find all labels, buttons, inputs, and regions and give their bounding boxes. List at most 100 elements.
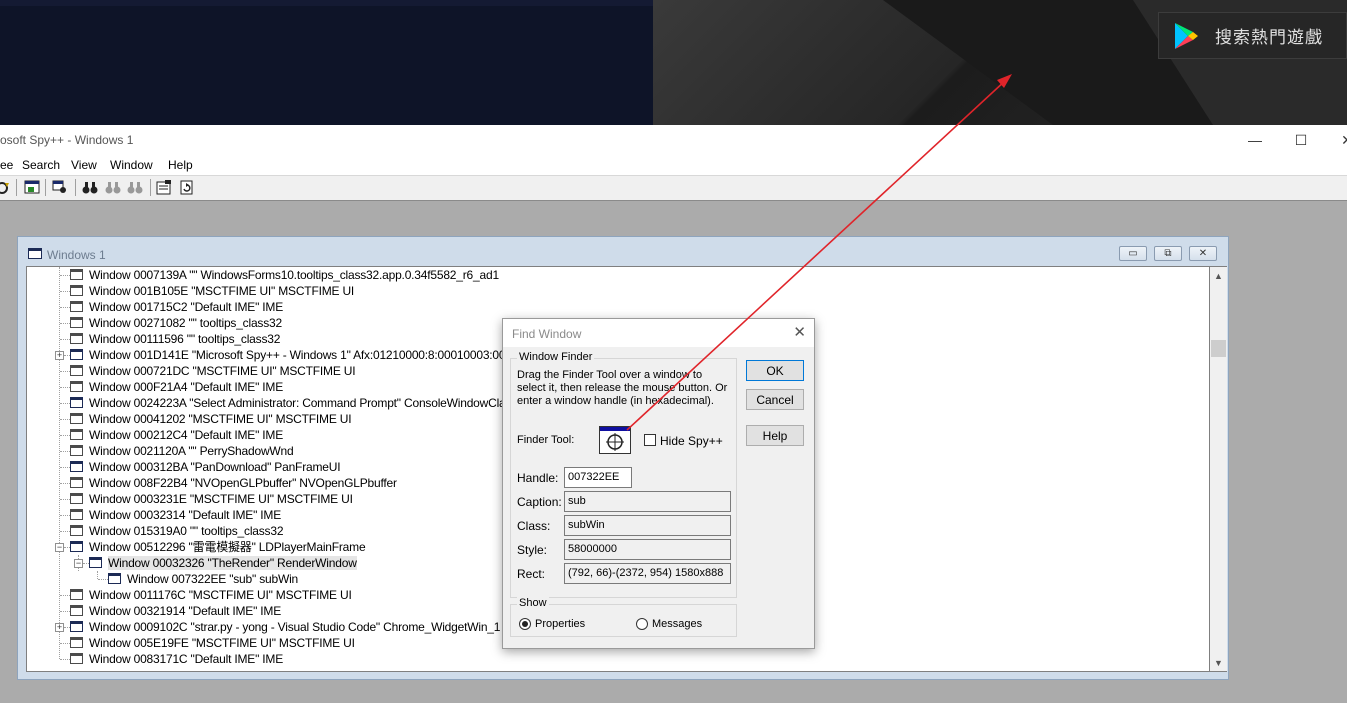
class-field: subWin bbox=[564, 515, 731, 536]
tree-item-label: Window 000212C4 "Default IME" IME bbox=[89, 428, 284, 442]
window-icon bbox=[70, 349, 83, 360]
tree-item-label: Window 00321914 "Default IME" IME bbox=[89, 604, 282, 618]
spy-window-icon[interactable] bbox=[24, 180, 40, 195]
cancel-button[interactable]: Cancel bbox=[746, 389, 804, 410]
window-icon bbox=[28, 248, 42, 259]
window-icon bbox=[108, 573, 121, 584]
handle-input[interactable]: 007322EE bbox=[564, 467, 632, 488]
minimize-button[interactable]: — bbox=[1232, 125, 1278, 155]
tree-item-label: Window 015319A0 "" tooltips_class32 bbox=[89, 524, 284, 538]
style-field: 58000000 bbox=[564, 539, 731, 560]
style-label: Style: bbox=[517, 543, 548, 557]
window-icon bbox=[70, 493, 83, 504]
window-icon bbox=[70, 301, 83, 312]
window-icon bbox=[70, 333, 83, 344]
window-icon bbox=[70, 525, 83, 536]
help-button[interactable]: Help bbox=[746, 425, 804, 446]
window-icon bbox=[70, 285, 83, 296]
window-icon bbox=[70, 541, 83, 552]
tree-item-label: Window 00032326 "TheRender" RenderWindow bbox=[108, 556, 357, 570]
window-icon bbox=[70, 509, 83, 520]
toolbar bbox=[0, 175, 1347, 201]
collapse-minus-icon[interactable]: − bbox=[55, 543, 64, 552]
tree-item-label: Window 008F22B4 "NVOpenGLPbuffer" NVOpen… bbox=[89, 476, 397, 490]
tree-item-label: Window 0083171C "Default IME" IME bbox=[89, 652, 284, 666]
messages-radio-label: Messages bbox=[652, 618, 703, 630]
menu-bar: ee Search View Window Help bbox=[0, 155, 1347, 175]
caption-label: Caption: bbox=[517, 495, 562, 509]
refresh-icon[interactable] bbox=[0, 180, 10, 195]
window-icon bbox=[70, 653, 83, 664]
window-icon bbox=[89, 557, 102, 568]
tree-item-label: Window 000312BA "PanDownload" PanFrameUI bbox=[89, 460, 341, 474]
scroll-down-icon[interactable]: ▼ bbox=[1210, 654, 1227, 671]
collapse-minus-icon[interactable]: − bbox=[74, 559, 83, 568]
tree-item[interactable]: Window 001B105E "MSCTFIME UI" MSCTFIME U… bbox=[27, 283, 1207, 299]
tree-item-label: Window 001715C2 "Default IME" IME bbox=[89, 300, 284, 314]
tree-item[interactable]: Window 0083171C "Default IME" IME bbox=[27, 651, 1207, 667]
child-window-title: Windows 1 bbox=[47, 248, 106, 262]
rect-label: Rect: bbox=[517, 567, 546, 581]
search-hot-games-label: 搜索熱門遊戲 bbox=[1215, 28, 1323, 47]
caption-field: sub bbox=[564, 491, 731, 512]
menu-help[interactable]: Help bbox=[168, 158, 193, 172]
dialog-close-icon[interactable]: ✕ bbox=[793, 323, 806, 341]
maximize-button[interactable]: ☐ bbox=[1278, 125, 1324, 155]
find-window-dialog: Find Window ✕ Window Finder Drag the Fin… bbox=[502, 318, 815, 649]
handle-label: Handle: bbox=[517, 471, 559, 485]
search-hot-games-button[interactable]: 搜索熱門遊戲 bbox=[1158, 12, 1347, 59]
find-next-icon[interactable] bbox=[105, 180, 121, 195]
window-icon bbox=[70, 317, 83, 328]
binoculars-icon[interactable] bbox=[82, 180, 98, 195]
tree-item-label: Window 000721DC "MSCTFIME UI" MSCTFIME U… bbox=[89, 364, 356, 378]
tree-item-label: Window 0003231E "MSCTFIME UI" MSCTFIME U… bbox=[89, 492, 353, 506]
tree-item-label: Window 00032314 "Default IME" IME bbox=[89, 508, 282, 522]
tree-item-label: Window 0007139A "" WindowsForms10.toolti… bbox=[89, 268, 499, 282]
find-prev-icon[interactable] bbox=[127, 180, 143, 195]
tree-item[interactable]: Window 001715C2 "Default IME" IME bbox=[27, 299, 1207, 315]
hide-spy-label: Hide Spy++ bbox=[660, 434, 723, 448]
menu-view[interactable]: View bbox=[71, 158, 97, 172]
window-finder-group-label: Window Finder bbox=[517, 351, 595, 363]
window-icon bbox=[70, 605, 83, 616]
properties-radio-label: Properties bbox=[535, 618, 586, 630]
properties-icon[interactable] bbox=[156, 180, 172, 195]
menu-tree[interactable]: ee bbox=[0, 158, 13, 172]
menu-search[interactable]: Search bbox=[22, 158, 60, 172]
tree-item-label: Window 0024223A "Select Administrator: C… bbox=[89, 396, 518, 410]
child-close-button[interactable]: ✕ bbox=[1189, 246, 1217, 261]
window-icon bbox=[70, 381, 83, 392]
window-icon bbox=[70, 637, 83, 648]
tree-item-label: Window 0021120A "" PerryShadowWnd bbox=[89, 444, 294, 458]
child-restore-button[interactable]: ⧉ bbox=[1154, 246, 1182, 261]
tree-item[interactable]: Window 0007139A "" WindowsForms10.toolti… bbox=[27, 267, 1207, 283]
tree-item-label: Window 0009102C "strar.py - yong - Visua… bbox=[89, 620, 501, 634]
refresh-tree-icon[interactable] bbox=[179, 180, 195, 195]
window-icon bbox=[70, 269, 83, 280]
vertical-scrollbar[interactable]: ▲ ▼ bbox=[1210, 266, 1227, 672]
tree-item-label: Window 00111596 "" tooltips_class32 bbox=[89, 332, 281, 346]
tree-item-label: Window 000F21A4 "Default IME" IME bbox=[89, 380, 284, 394]
menu-window[interactable]: Window bbox=[110, 158, 153, 172]
window-icon bbox=[70, 589, 83, 600]
dialog-title: Find Window bbox=[512, 327, 582, 341]
finder-tool-icon[interactable] bbox=[599, 426, 631, 454]
find-window-icon[interactable] bbox=[52, 180, 68, 195]
hide-spy-checkbox[interactable] bbox=[644, 434, 656, 446]
finder-tool-label: Finder Tool: bbox=[517, 434, 575, 446]
show-group-label: Show bbox=[517, 597, 549, 609]
close-button[interactable]: ✕ bbox=[1324, 125, 1347, 155]
rect-field: (792, 66)-(2372, 954) 1580x888 bbox=[564, 563, 731, 584]
expand-plus-icon[interactable]: + bbox=[55, 623, 64, 632]
expand-plus-icon[interactable]: + bbox=[55, 351, 64, 360]
child-minimize-button[interactable]: ▭ bbox=[1119, 246, 1147, 261]
messages-radio[interactable] bbox=[636, 618, 648, 630]
ok-button[interactable]: OK bbox=[746, 360, 804, 381]
child-title-bar: Windows 1 ▭ ⧉ ✕ bbox=[18, 237, 1228, 267]
window-icon bbox=[70, 413, 83, 424]
window-title: osoft Spy++ - Windows 1 bbox=[0, 133, 134, 147]
scroll-thumb[interactable] bbox=[1211, 340, 1226, 357]
scroll-up-icon[interactable]: ▲ bbox=[1210, 267, 1227, 284]
dialog-title-bar: Find Window ✕ bbox=[503, 319, 814, 347]
properties-radio[interactable] bbox=[519, 618, 531, 630]
